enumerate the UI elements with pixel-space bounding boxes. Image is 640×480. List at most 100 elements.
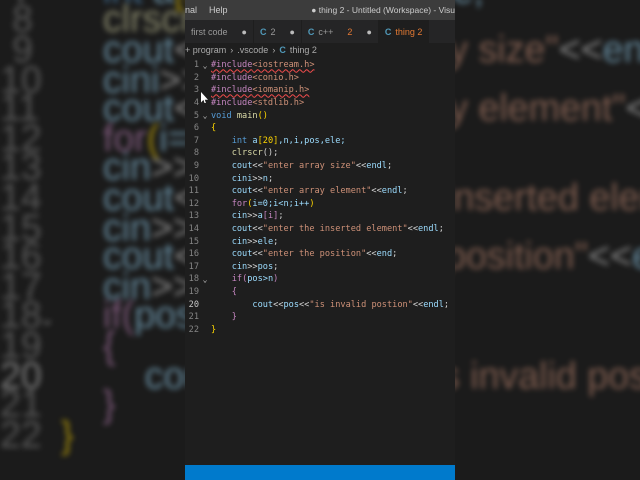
code-token: << bbox=[407, 224, 418, 235]
code-text: cout<<"enter array size"<<endl; bbox=[455, 31, 640, 73]
code-token: ; bbox=[386, 161, 393, 172]
code-line[interactable]: 6{ bbox=[185, 122, 455, 135]
code-line[interactable]: 1 ⌄ #include<iostream.h> bbox=[185, 59, 455, 72]
code-token: pos>n bbox=[247, 274, 274, 285]
code-token: end bbox=[632, 239, 640, 279]
code-token: "is invalid postion" bbox=[455, 356, 640, 397]
code-token: << bbox=[273, 299, 284, 310]
tab-c-[interactable]: Cc++ 2 ● bbox=[302, 20, 379, 43]
code-line[interactable]: 18⌄ if(pos>n) bbox=[455, 304, 640, 334]
code-line[interactable]: 9 cout<<"enter array size"<<endl; bbox=[185, 160, 455, 173]
code-token: << bbox=[252, 224, 263, 235]
line-number: 22 bbox=[188, 324, 199, 335]
code-token: #include bbox=[211, 60, 253, 71]
code-line[interactable]: 19 { bbox=[185, 286, 455, 299]
code-token: << bbox=[626, 91, 640, 131]
code-line[interactable]: 10 cini>>n; bbox=[185, 172, 455, 185]
code-token: cout bbox=[231, 224, 253, 235]
unsaved-dot-icon[interactable]: ● bbox=[242, 27, 247, 37]
line-number: 17 bbox=[188, 261, 199, 272]
code-line[interactable]: 21 } bbox=[185, 311, 455, 324]
code-line[interactable]: 15 cin>>ele; bbox=[185, 235, 455, 248]
code-line[interactable]: 2 #include<conio.h> bbox=[185, 72, 455, 85]
code-text: cin>>a[i]; bbox=[211, 211, 284, 221]
code-token: << bbox=[252, 249, 263, 260]
code-token: "enter array size" bbox=[455, 31, 559, 72]
code-token: "enter array element" bbox=[455, 90, 626, 131]
tab-2[interactable]: C 2 ● bbox=[254, 20, 302, 43]
code-line[interactable]: 17 cin>>pos; bbox=[185, 261, 455, 274]
vscode-window: nal Help ● thing 2 - Untitled (Workspace… bbox=[185, 0, 455, 480]
code-token: } bbox=[102, 386, 116, 427]
code-line[interactable]: 14 cout<<"enter the inserted element"<<e… bbox=[455, 179, 640, 219]
line-number: 14 bbox=[188, 224, 199, 235]
code-line[interactable]: 16 cout<<"enter the position"<<end; bbox=[185, 248, 455, 261]
breadcrumb-item[interactable]: + program bbox=[185, 45, 226, 55]
code-line[interactable]: 22} bbox=[185, 323, 455, 336]
problem-count-badge: 2 bbox=[347, 26, 353, 37]
tab-first-code[interactable]: first code ● bbox=[185, 20, 254, 43]
code-token: "is invalid postion" bbox=[309, 299, 413, 310]
code-line[interactable]: 18⌄ if(pos>n) bbox=[185, 273, 455, 286]
code-line[interactable]: 3 #include<iomanip.h> bbox=[185, 84, 455, 97]
code-line[interactable]: 16 cout<<"enter the position"<<end; bbox=[455, 239, 640, 279]
fold-chevron-icon[interactable]: ⌄ bbox=[199, 61, 211, 70]
tab-label: first code bbox=[191, 26, 228, 37]
breadcrumb-item[interactable]: thing 2 bbox=[290, 45, 317, 55]
unsaved-dot-icon[interactable]: ● bbox=[366, 27, 371, 37]
code-token: << bbox=[588, 238, 632, 279]
code-line[interactable]: 20 cout<<pos<<"is invalid postion"<<endl… bbox=[185, 298, 455, 311]
code-text: cout<<pos<<"is invalid postion"<<endl; bbox=[455, 357, 640, 399]
code-line[interactable]: 14 cout<<"enter the inserted element"<<e… bbox=[185, 223, 455, 236]
unsaved-dot-icon[interactable]: ● bbox=[289, 27, 294, 37]
fold-chevron-icon[interactable]: ⌄ bbox=[199, 275, 211, 284]
code-token: #include bbox=[211, 85, 253, 96]
code-text: { bbox=[211, 123, 216, 133]
code-token: } bbox=[61, 416, 74, 457]
line-number: 6 bbox=[193, 123, 199, 134]
code-line[interactable]: 8 clrscr(); bbox=[185, 147, 455, 160]
line-number: 12 bbox=[188, 198, 199, 209]
code-token: "enter the position" bbox=[262, 249, 367, 260]
code-token: for bbox=[231, 198, 248, 209]
code-token: ; bbox=[443, 299, 450, 310]
code-token: <iostream.h> bbox=[252, 60, 315, 71]
code-line[interactable]: 7 int a[20],n,i,pos,ele; bbox=[185, 135, 455, 148]
cpp-file-icon: C bbox=[307, 26, 315, 37]
code-token: <iomanip.h> bbox=[252, 85, 310, 96]
line-number: 10 bbox=[188, 173, 199, 184]
code-line[interactable]: 22} bbox=[455, 423, 640, 453]
menu-terminal[interactable]: nal bbox=[185, 5, 197, 15]
code-line[interactable]: 20 cout<<pos<<"is invalid postion"<<endl… bbox=[455, 357, 640, 397]
line-number: 7 bbox=[193, 135, 199, 146]
code-token: main bbox=[236, 110, 258, 121]
fold-chevron-icon[interactable]: ⌄ bbox=[33, 308, 61, 329]
code-line[interactable]: 11 cout<<"enter array element"<<endl; bbox=[185, 185, 455, 198]
code-text: void main() bbox=[211, 111, 268, 121]
code-line[interactable]: 4 #include<stdlib.h> bbox=[185, 97, 455, 110]
code-token: ; bbox=[273, 236, 279, 247]
code-token: ) bbox=[273, 274, 279, 285]
code-text: #include<iostream.h> bbox=[211, 60, 315, 70]
code-line[interactable]: 7 int a[20],n,i,pos,ele; bbox=[455, 0, 640, 12]
code-editor[interactable]: 1 ⌄ #include<iostream.h> 2 #include<conio.h>… bbox=[185, 59, 455, 336]
code-line[interactable]: 9 cout<<"enter array size"<<endl; bbox=[455, 31, 640, 71]
code-token: ; bbox=[267, 173, 274, 184]
breadcrumb-item[interactable]: .vscode bbox=[237, 45, 268, 55]
code-line[interactable]: 13 cin>>a[i]; bbox=[185, 210, 455, 223]
code-token: pos bbox=[257, 261, 274, 272]
menu-help[interactable]: Help bbox=[209, 5, 228, 15]
line-number: 15 bbox=[188, 236, 199, 247]
tab-thing-2[interactable]: Cthing 2 bbox=[378, 20, 430, 43]
code-line[interactable]: 11 cout<<"enter array element"<<endl; bbox=[455, 91, 640, 131]
code-line[interactable]: 12 for(i=0;i<n;i++) bbox=[185, 198, 455, 211]
code-token: ; bbox=[392, 249, 398, 260]
code-token: #include bbox=[211, 98, 253, 109]
fold-chevron-icon[interactable]: ⌄ bbox=[199, 111, 211, 120]
code-text: } bbox=[211, 325, 216, 335]
code-line[interactable]: 5 ⌄ void main() bbox=[185, 109, 455, 122]
